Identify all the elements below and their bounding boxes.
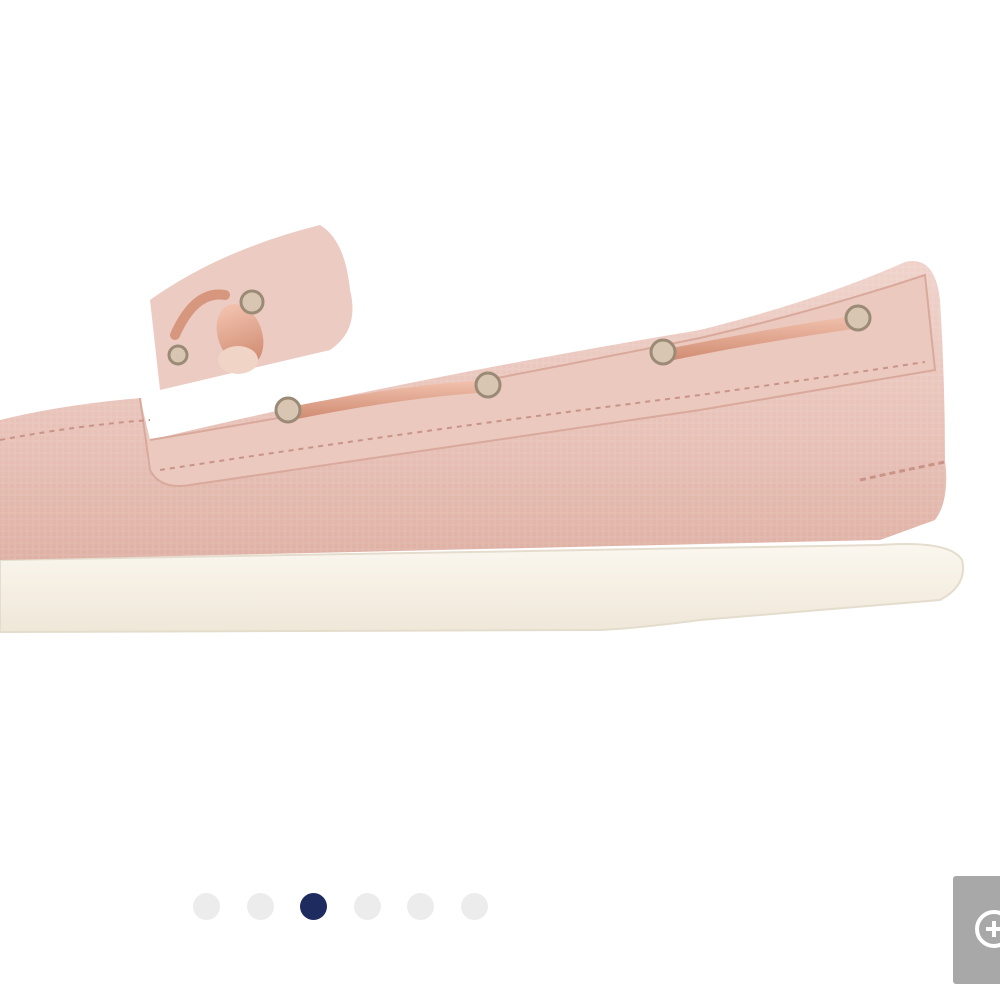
carousel-dot-4[interactable] [353,892,381,920]
carousel-dot-5[interactable] [407,892,434,920]
carousel-dot-1[interactable] [193,892,220,920]
carousel-dot-3-active[interactable] [300,892,327,920]
shoe-sole [0,543,964,634]
zoom-button[interactable] [953,876,1000,984]
product-image[interactable] [0,0,1000,860]
carousel-dot-2[interactable] [246,892,274,920]
carousel-dots [193,892,514,920]
product-gallery [0,0,1000,1000]
carousel-dot-6[interactable] [460,892,488,920]
zoom-in-icon [975,910,1000,948]
